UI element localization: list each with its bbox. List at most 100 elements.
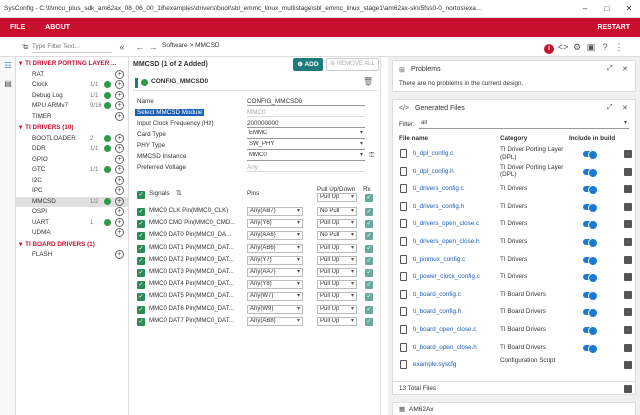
add-button[interactable]: ⊕ ADD <box>293 58 323 71</box>
signal-checkbox[interactable]: ✓ <box>137 208 145 216</box>
sidebar-item-flash[interactable]: FLASH + <box>16 250 128 260</box>
signal-rx-checkbox[interactable]: ✓ <box>365 244 373 253</box>
rx-select-all-checkbox[interactable]: ✓ <box>365 194 373 202</box>
sidebar-filter-input[interactable] <box>32 41 112 53</box>
add-instance-icon[interactable]: + <box>115 111 124 121</box>
signal-checkbox[interactable]: ✓ <box>137 269 145 277</box>
signal-pin-select[interactable]: Any(W9) <box>247 304 303 314</box>
signal-pull-select[interactable]: Pull Up <box>317 255 357 265</box>
sidebar-group[interactable]: ▾ TI DRIVERS (10) <box>16 123 128 133</box>
signal-pin-select[interactable]: Any(Y8) <box>247 280 303 290</box>
file-link[interactable]: ti_board_open_close.h <box>413 344 477 351</box>
expand-icon[interactable]: ⤢ <box>607 65 613 73</box>
include-toggle[interactable] <box>583 238 598 248</box>
sidebar-item-debug-log[interactable]: Debug Log 1/1 + <box>16 90 128 101</box>
save-file-icon[interactable] <box>624 273 632 282</box>
add-instance-icon[interactable]: + <box>115 80 124 89</box>
sidebar-item-udma[interactable]: UDMA + <box>16 228 128 238</box>
settings-icon[interactable]: ⚙ <box>571 41 583 53</box>
file-link[interactable]: ti_board_open_close.c <box>413 326 476 333</box>
signal-rx-checkbox[interactable]: ✓ <box>365 220 373 229</box>
signal-rx-checkbox[interactable]: ✓ <box>365 208 373 216</box>
add-instance-icon[interactable]: + <box>115 207 124 216</box>
close-window-button[interactable]: ✕ <box>618 0 640 17</box>
add-instance-icon[interactable]: + <box>115 101 124 110</box>
file-link[interactable]: ti_board_config.c <box>413 291 461 298</box>
save-file-icon[interactable] <box>624 150 632 158</box>
code-view-icon[interactable]: <> <box>557 41 569 53</box>
save-file-icon[interactable] <box>624 290 632 299</box>
add-instance-icon[interactable]: + <box>115 175 124 185</box>
sidebar-group[interactable]: ▾ TI DRIVER PORTING LAYER ... <box>16 59 128 69</box>
close-panel-icon[interactable]: ✕ <box>622 104 628 112</box>
include-toggle[interactable] <box>583 326 598 336</box>
signal-pin-select[interactable]: Any(AB7) <box>247 207 303 216</box>
add-instance-icon[interactable]: + <box>115 250 124 259</box>
close-panel-icon[interactable]: ✕ <box>622 65 628 73</box>
signal-checkbox[interactable]: ✓ <box>137 317 145 326</box>
signal-rx-checkbox[interactable]: ✓ <box>365 269 373 277</box>
include-toggle[interactable] <box>583 167 598 178</box>
pull-select-all[interactable]: Pull Up <box>317 193 357 202</box>
signal-pin-select[interactable]: Any(Y6) <box>247 219 303 229</box>
filter-select[interactable]: all <box>419 120 629 129</box>
add-instance-icon[interactable]: + <box>115 165 124 174</box>
add-instance-icon[interactable]: + <box>115 144 124 153</box>
sidebar-item-ospi[interactable]: OSPI + <box>16 207 128 217</box>
field-select[interactable]: EMMC <box>247 130 365 139</box>
sidebar-item-ipc[interactable]: IPC + <box>16 186 128 196</box>
signal-pin-select[interactable]: Any(Y7) <box>247 255 303 265</box>
save-all-icon[interactable] <box>624 385 632 393</box>
expand-icon[interactable]: ⤢ <box>607 104 613 112</box>
signal-checkbox[interactable]: ✓ <box>137 232 145 241</box>
sidebar-item-gpio[interactable]: GPIO + <box>16 154 128 165</box>
signal-checkbox[interactable]: ✓ <box>137 256 145 265</box>
field-select[interactable]: SW_PHY <box>247 141 365 150</box>
back-arrow-icon[interactable]: ← <box>134 41 146 53</box>
file-link[interactable]: ti_dpl_config.c <box>413 150 453 157</box>
save-file-icon[interactable] <box>624 326 632 334</box>
sidebar-group[interactable]: ▾ TI BOARD DRIVERS (1) <box>16 240 128 250</box>
restart-button[interactable]: RESTART <box>597 24 630 31</box>
signal-rx-checkbox[interactable]: ✓ <box>365 317 373 326</box>
remove-all-button[interactable]: ⊖ REMOVE ALL <box>326 58 379 71</box>
signal-pin-select[interactable]: Any(AB6) <box>247 243 303 253</box>
add-instance-icon[interactable]: + <box>115 133 124 143</box>
signal-checkbox[interactable]: ✓ <box>137 305 145 314</box>
include-toggle[interactable] <box>583 290 598 301</box>
sidebar-item-uart[interactable]: UART 1 + <box>16 217 128 228</box>
signal-pin-select[interactable]: Any(AB8) <box>247 316 303 326</box>
file-link[interactable]: ti_pinmux_config.c <box>413 256 465 263</box>
sidebar-item-timer[interactable]: TIMER + <box>16 111 128 122</box>
file-link[interactable]: ti_drivers_config.h <box>413 203 464 210</box>
maximize-button[interactable]: □ <box>596 0 618 17</box>
signal-checkbox[interactable]: ✓ <box>137 281 145 290</box>
help-icon[interactable]: ? <box>599 41 611 53</box>
save-file-icon[interactable] <box>624 238 632 246</box>
include-toggle[interactable] <box>583 185 598 196</box>
save-file-icon[interactable] <box>624 202 632 211</box>
file-link[interactable]: example.syscfg <box>413 361 456 368</box>
include-toggle[interactable] <box>583 343 598 354</box>
save-icon[interactable]: ▣ <box>585 41 597 53</box>
menu-file[interactable]: FILE <box>0 24 35 31</box>
more-options-icon[interactable]: ⋮ <box>613 41 625 53</box>
breadcrumb-software[interactable]: Software <box>162 42 188 49</box>
file-link[interactable]: ti_drivers_config.c <box>413 185 464 192</box>
software-view-icon[interactable]: ☷ <box>3 61 13 71</box>
field-value[interactable]: 200000000 <box>247 120 365 128</box>
instance-card-header[interactable]: CONFIG_MMCSD0 🗑 <box>133 75 377 91</box>
signal-pull-select[interactable]: No Pull <box>317 231 357 241</box>
collapse-sidebar-icon[interactable]: « <box>116 41 128 53</box>
minimize-button[interactable]: – <box>574 0 596 17</box>
sidebar-item-i2c[interactable]: I2C + <box>16 175 128 186</box>
lock-icon[interactable]: ⚿ <box>369 152 374 160</box>
signal-rx-checkbox[interactable]: ✓ <box>365 293 373 302</box>
include-toggle[interactable] <box>583 202 598 213</box>
add-instance-icon[interactable]: + <box>115 69 124 79</box>
field-value[interactable]: CONFIG_MMCSD0 <box>247 98 365 106</box>
save-file-icon[interactable] <box>624 220 632 229</box>
add-instance-icon[interactable]: + <box>115 228 124 237</box>
save-file-icon[interactable] <box>624 167 632 176</box>
forward-arrow-icon[interactable]: → <box>147 41 159 53</box>
